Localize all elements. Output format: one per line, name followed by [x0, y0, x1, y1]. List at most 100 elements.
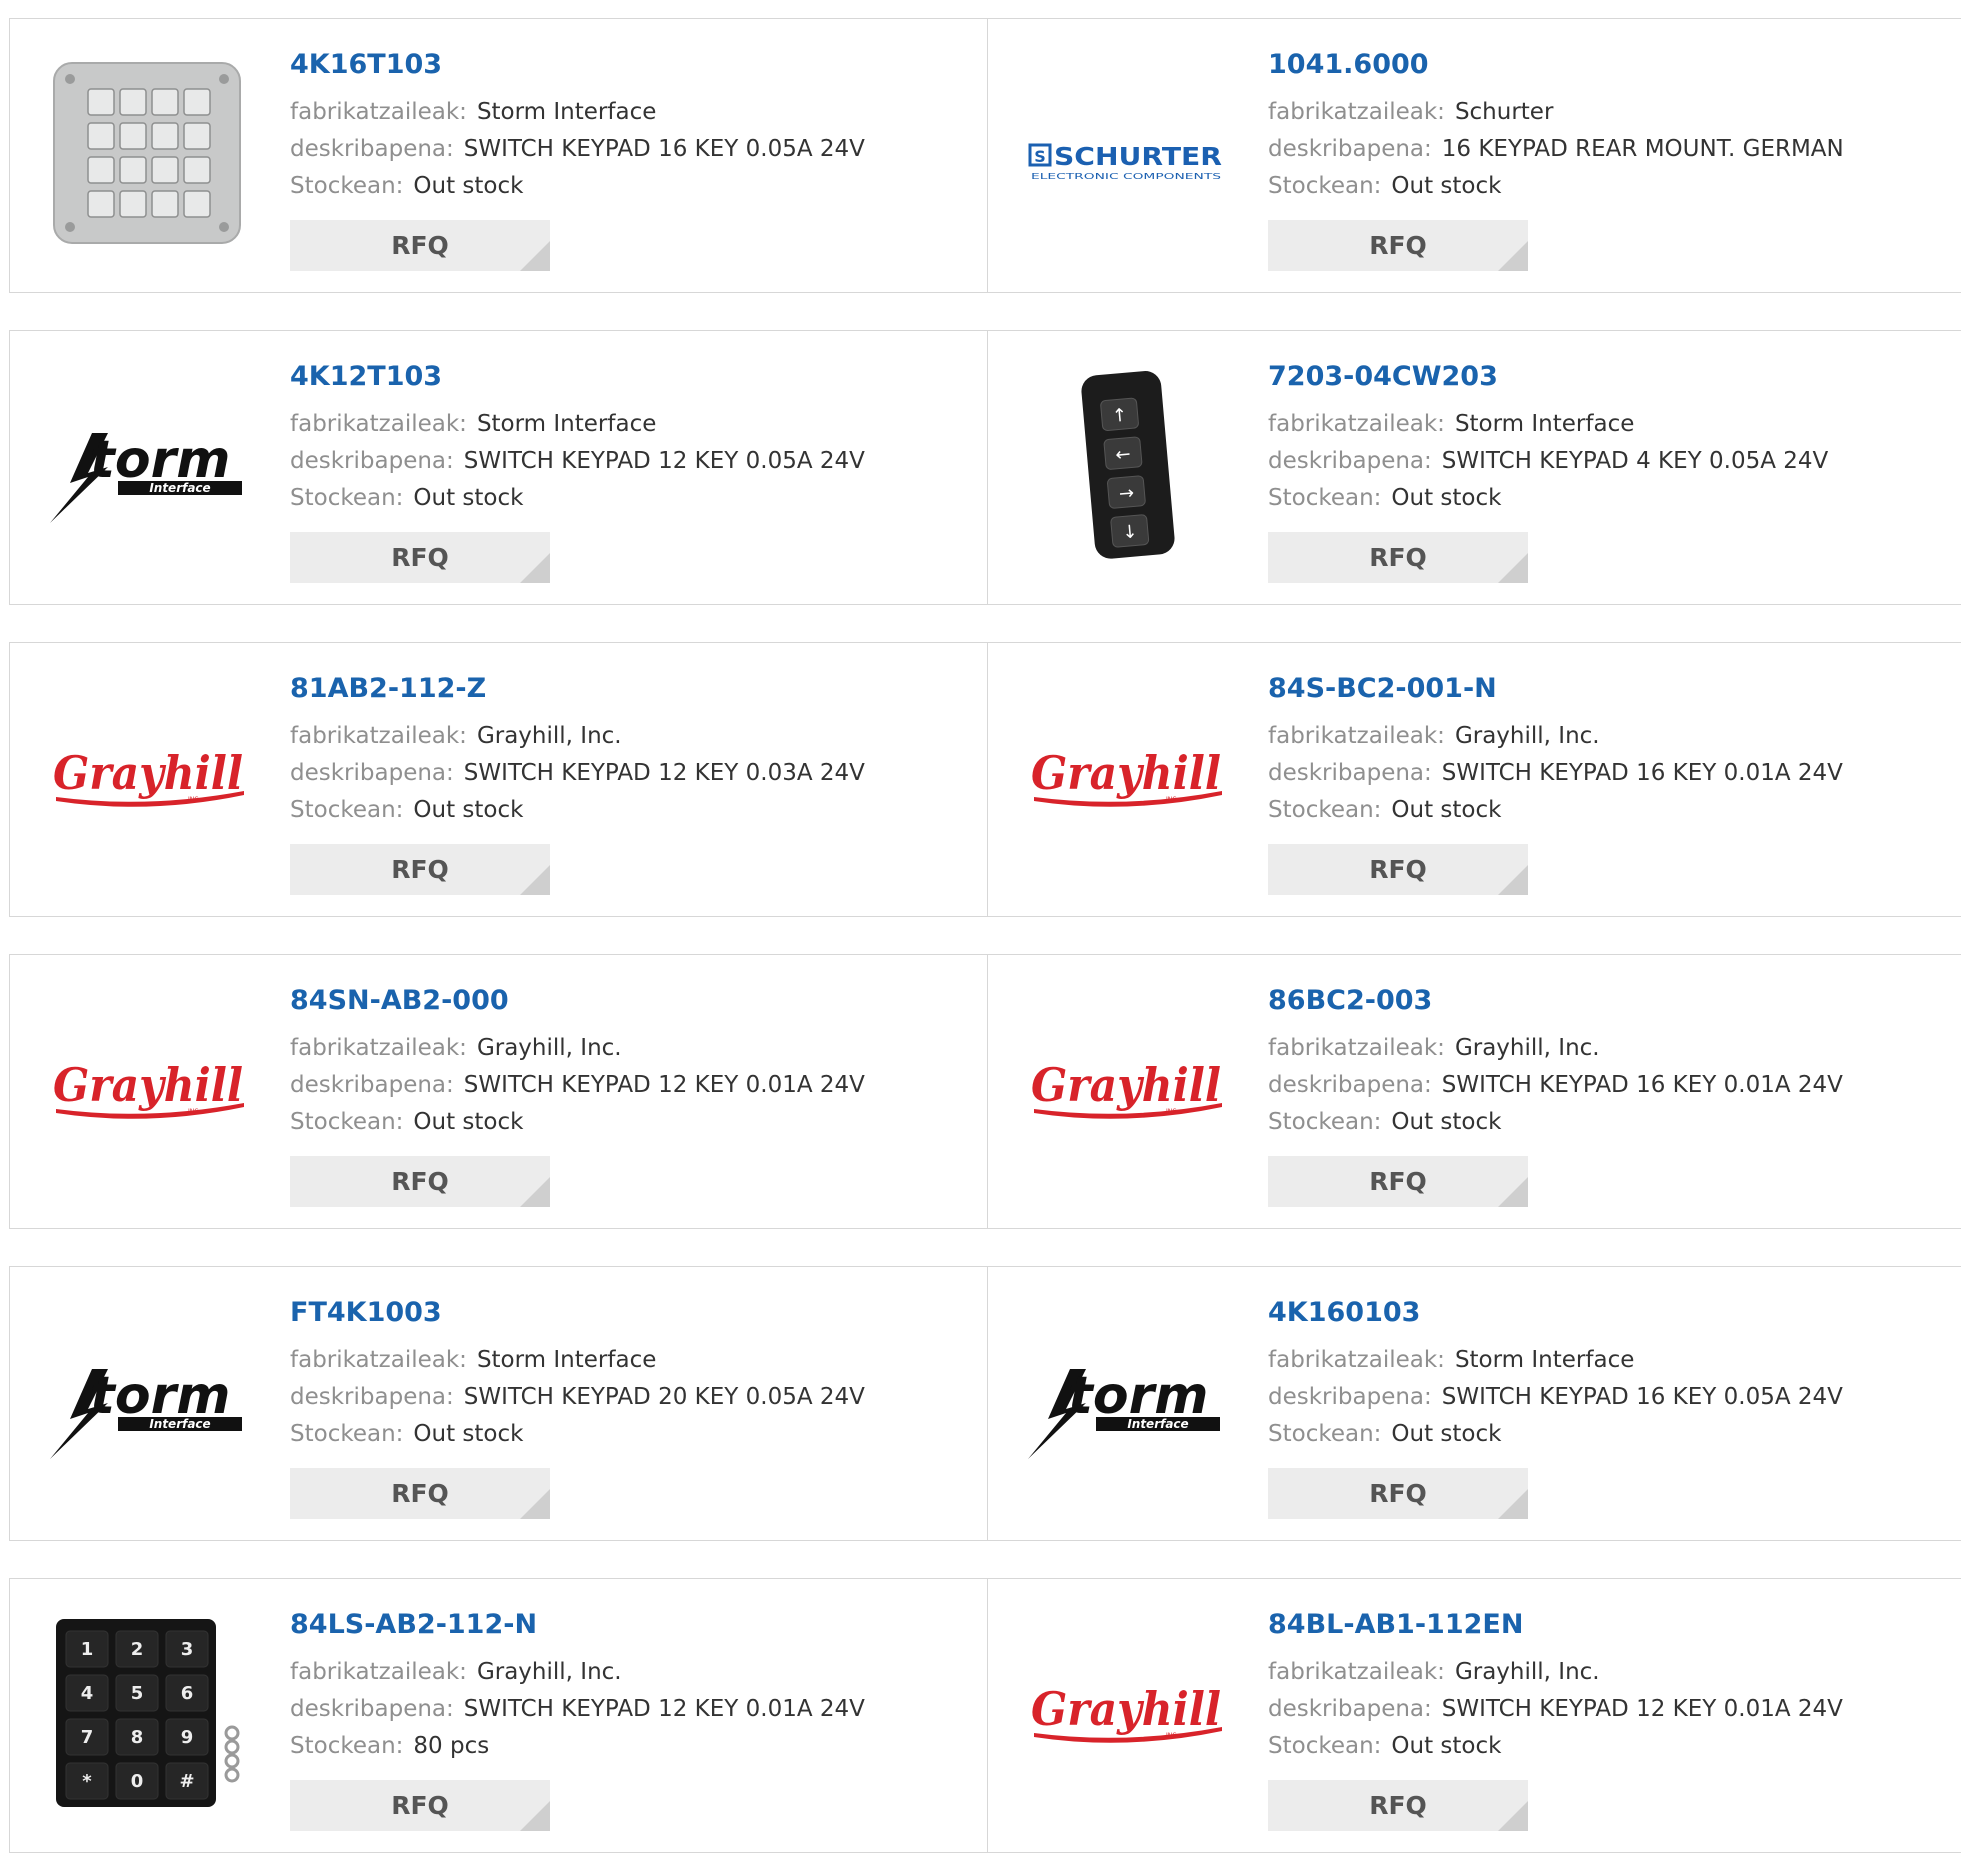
product-info: 81AB2-112-Z fabrikatzaileak: Grayhill, In…: [290, 673, 967, 829]
rfq-button[interactable]: RFQ: [1268, 532, 1528, 583]
rfq-button[interactable]: RFQ: [290, 220, 550, 271]
product-image[interactable]: Grayhill INC.: [48, 677, 248, 877]
logo-subtext: INC.: [188, 1108, 200, 1115]
product-image[interactable]: 1 2 3 4 5 6 7 8 9 * 0 #: [48, 1613, 248, 1813]
stock-value: Out stock: [413, 485, 524, 512]
description-line: deskribapena: SWITCH KEYPAD 4 KEY 0.05A 2…: [1268, 443, 1956, 480]
logo-subtext: Interface: [149, 481, 210, 495]
part-number-link[interactable]: 84BL-AB1-112EN: [1268, 1609, 1956, 1641]
rfq-button[interactable]: RFQ: [1268, 220, 1528, 271]
product-image[interactable]: torm Interface: [48, 1301, 248, 1501]
description-value: SWITCH KEYPAD 12 KEY 0.01A 24V: [1441, 1696, 1843, 1723]
manufacturer-line: fabrikatzaileak: Storm Interface: [1268, 406, 1956, 443]
grayhill-logo: GrayhillINC.: [1031, 1058, 1222, 1119]
description-label: deskribapena:: [1268, 760, 1432, 787]
description-line: deskribapena: SWITCH KEYPAD 16 KEY 0.01A …: [1268, 1067, 1956, 1104]
product-card: ↑ ← → ↓ 7203-04CW203 fabrikatzaileak: Storm …: [987, 330, 1961, 605]
description-line: deskribapena: SWITCH KEYPAD 12 KEY 0.01A …: [1268, 1691, 1956, 1728]
rfq-button[interactable]: RFQ: [1268, 844, 1528, 895]
product-image[interactable]: torm Interface: [48, 365, 248, 565]
rfq-button[interactable]: RFQ: [290, 1780, 550, 1831]
product-image[interactable]: S SCHURTER ELECTRONIC COMPONENTS: [1026, 53, 1226, 253]
part-number-link[interactable]: 7203-04CW203: [1268, 361, 1956, 393]
stock-line: Stockean: Out stock: [290, 1416, 967, 1453]
product-card: Grayhill INC. 84SN-AB2-000 fabrikatzailea…: [9, 954, 988, 1229]
product-info: 4K16T103 fabrikatzaileak: Storm Interface…: [290, 49, 967, 205]
product-card: torm Interface FT4K1003 fabrikatzaileak: S…: [9, 1266, 988, 1541]
stock-label: Stockean:: [290, 797, 404, 824]
logo-subtext: Interface: [1127, 1417, 1188, 1431]
manufacturer-value: Grayhill, Inc.: [476, 723, 622, 750]
rfq-button[interactable]: RFQ: [290, 844, 550, 895]
product-image[interactable]: ↑ ← → ↓: [1026, 365, 1226, 565]
product-image[interactable]: Grayhill INC.: [1026, 989, 1226, 1189]
rfq-button[interactable]: RFQ: [290, 532, 550, 583]
keypad-key: [119, 122, 147, 150]
stock-value: Out stock: [413, 1109, 524, 1136]
nut-icon: [224, 1753, 240, 1769]
key-label: 5: [131, 1683, 144, 1704]
logo-mark-letter: S: [1034, 147, 1046, 166]
rfq-button[interactable]: RFQ: [1268, 1156, 1528, 1207]
description-label: deskribapena:: [1268, 136, 1432, 163]
part-number-link[interactable]: 84S-BC2-001-N: [1268, 673, 1956, 705]
manufacturer-label: fabrikatzaileak:: [1268, 1659, 1445, 1686]
arrow-key-icon: ↑: [1111, 405, 1128, 427]
stock-value: 80 pcs: [413, 1733, 490, 1760]
product-image[interactable]: Grayhill INC.: [1026, 1613, 1226, 1813]
part-number-link[interactable]: 4K16T103: [290, 49, 967, 81]
storm-interface-logo: tormInterface: [50, 430, 242, 523]
part-number-link[interactable]: 86BC2-003: [1268, 985, 1956, 1017]
key-label: 7: [81, 1727, 94, 1748]
keypad-16-photo: [53, 62, 241, 244]
part-number-link[interactable]: 4K160103: [1268, 1297, 1956, 1329]
part-number-link[interactable]: 4K12T103: [290, 361, 967, 393]
description-line: deskribapena: SWITCH KEYPAD 16 KEY 0.05A …: [1268, 1379, 1956, 1416]
key-label: 8: [131, 1727, 144, 1748]
logo-subtext: INC.: [1166, 1108, 1178, 1115]
manufacturer-label: fabrikatzaileak:: [290, 411, 467, 438]
rfq-button[interactable]: RFQ: [290, 1468, 550, 1519]
manufacturer-value: Grayhill, Inc.: [476, 1035, 622, 1062]
grayhill-logo: GrayhillINC.: [1031, 1682, 1222, 1743]
product-image[interactable]: [48, 53, 248, 253]
product-image[interactable]: Grayhill INC.: [1026, 677, 1226, 877]
rfq-button[interactable]: RFQ: [1268, 1468, 1528, 1519]
part-number-link[interactable]: 1041.6000: [1268, 49, 1956, 81]
manufacturer-line: fabrikatzaileak: Storm Interface: [290, 1342, 967, 1379]
description-label: deskribapena:: [290, 760, 454, 787]
description-line: deskribapena: SWITCH KEYPAD 12 KEY 0.05A …: [290, 443, 967, 480]
stock-value: Out stock: [1391, 173, 1502, 200]
stock-line: Stockean: Out stock: [1268, 1104, 1956, 1141]
manufacturer-line: fabrikatzaileak: Grayhill, Inc.: [1268, 1030, 1956, 1067]
key-label: 9: [181, 1727, 194, 1748]
manufacturer-line: fabrikatzaileak: Grayhill, Inc.: [290, 718, 967, 755]
storm-interface-logo: tormInterface: [1028, 1366, 1220, 1459]
keypad-key: [87, 122, 115, 150]
keypad-key: [87, 190, 115, 218]
part-number-link[interactable]: 81AB2-112-Z: [290, 673, 967, 705]
manufacturer-line: fabrikatzaileak: Storm Interface: [290, 94, 967, 131]
product-card: Grayhill INC. 84S-BC2-001-N fabrikatzaile…: [987, 642, 1961, 917]
key-label: 0: [131, 1771, 144, 1792]
description-label: deskribapena:: [290, 1384, 454, 1411]
logo-subtext: INC.: [1166, 796, 1178, 803]
logo-wordmark: Grayhill: [1031, 1682, 1221, 1736]
keypad-key: [151, 156, 179, 184]
product-image[interactable]: Grayhill INC.: [48, 989, 248, 1189]
description-label: deskribapena:: [290, 1072, 454, 1099]
product-image[interactable]: torm Interface: [1026, 1301, 1226, 1501]
arrow-key-icon: →: [1118, 482, 1135, 504]
logo-wordmark: Grayhill: [1031, 1058, 1221, 1112]
part-number-link[interactable]: 84LS-AB2-112-N: [290, 1609, 967, 1641]
product-card: Grayhill INC. 84BL-AB1-112EN fabrikatzail…: [987, 1578, 1961, 1853]
description-line: deskribapena: 16 KEYPAD REAR MOUNT. GERMA…: [1268, 131, 1956, 168]
rfq-button[interactable]: RFQ: [290, 1156, 550, 1207]
manufacturer-label: fabrikatzaileak:: [1268, 1035, 1445, 1062]
rfq-button[interactable]: RFQ: [1268, 1780, 1528, 1831]
logo-subtext: Interface: [149, 1417, 210, 1431]
part-number-link[interactable]: 84SN-AB2-000: [290, 985, 967, 1017]
part-number-link[interactable]: FT4K1003: [290, 1297, 967, 1329]
stock-label: Stockean:: [290, 1733, 404, 1760]
logo-subtext: INC.: [188, 796, 200, 803]
